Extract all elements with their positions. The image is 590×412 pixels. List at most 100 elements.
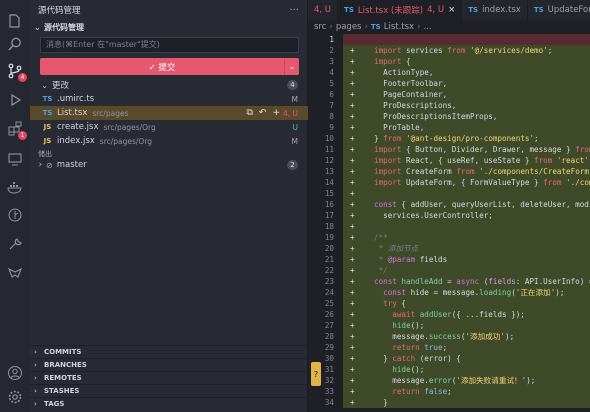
more-actions-icon[interactable]: ···	[289, 5, 299, 16]
line-number: 2	[329, 46, 334, 55]
chevron-right-icon: ›	[364, 22, 368, 32]
code-line: 1	[308, 34, 590, 45]
javascript-file-icon: JS	[43, 123, 52, 131]
code-line: 29 + return true;	[308, 342, 590, 353]
tab-index-tsx[interactable]: TS index.tsx	[462, 0, 528, 20]
extensions-icon[interactable]: 1	[6, 120, 27, 140]
chevron-right-icon: ›	[34, 348, 37, 356]
chevron-right-icon: ›	[34, 374, 37, 382]
commit-dropdown-button[interactable]: ⌄	[284, 58, 299, 75]
typescript-file-icon: TS	[533, 6, 544, 14]
editor-area: 4, U TS List.tsx (未跟踪) 4, U × TS index.t…	[308, 0, 590, 412]
changes-label: 更改	[52, 81, 70, 91]
line-number: 19	[324, 233, 334, 242]
open-file-icon[interactable]: ⧉	[246, 108, 252, 118]
commit-message-input[interactable]: 消息(⌘Enter 在"master"提交)	[40, 37, 299, 53]
line-number: 11	[324, 145, 334, 154]
remote-explorer-icon[interactable]	[6, 150, 24, 168]
tab-label: 4, U	[314, 5, 332, 15]
code-line: 12 + import React, { useRef, useState } fr…	[308, 155, 590, 166]
line-number: 4	[329, 68, 334, 77]
section-label: REMOTES	[44, 374, 82, 382]
code-line: 17 + services.UserController;	[308, 210, 590, 221]
code-line: 7 + ProDescriptions,	[308, 100, 590, 111]
tags-section[interactable]: › TAGS	[30, 397, 308, 410]
close-icon[interactable]: ×	[448, 5, 455, 15]
line-number: 34	[324, 398, 334, 407]
branch-icon: ⊘	[46, 160, 53, 170]
line-number: 27	[324, 321, 334, 330]
line-number: 17	[324, 211, 334, 220]
file-status: 4, U	[282, 108, 298, 118]
sash-helper-icon[interactable]: ?	[311, 362, 321, 386]
typescript-file-icon: TS	[42, 95, 53, 103]
changed-file-row-selected[interactable]: TS List.tsx src/pages ⧉ ↶ + 4, U	[30, 106, 308, 120]
search-icon[interactable]	[6, 35, 24, 53]
tab-label: UpdateForm.	[547, 5, 590, 15]
scm-badge: 4	[18, 73, 27, 82]
line-number: 1	[329, 35, 334, 44]
tab-previous[interactable]: 4, U	[308, 0, 339, 20]
line-number: 22	[324, 266, 334, 275]
remotes-section[interactable]: › REMOTES	[30, 371, 308, 384]
code-line: 16 + const { addUser, queryUserList, delet…	[308, 199, 590, 210]
changed-file-row[interactable]: JS index.jsx src/pages/Org M	[30, 134, 308, 148]
tab-list-tsx[interactable]: TS List.tsx (未跟踪) 4, U ×	[338, 0, 463, 20]
changed-file-row[interactable]: JS create.jsx src/pages/Org U	[30, 120, 308, 134]
code-line: 31 + hide();	[308, 364, 590, 375]
branch-row[interactable]: › ⊘ master 2	[30, 158, 308, 172]
tab-updateform[interactable]: TS UpdateForm.	[528, 0, 590, 20]
gitlens-icon[interactable]	[6, 206, 24, 224]
docker-icon[interactable]	[6, 178, 24, 196]
breadcrumb-item[interactable]: src	[314, 22, 326, 32]
line-number: 29	[324, 343, 334, 352]
line-number: 5	[329, 79, 334, 88]
typescript-file-icon: TS	[468, 6, 479, 14]
source-control-icon[interactable]: 4	[6, 62, 27, 82]
branch-count-badge: 2	[287, 160, 298, 170]
run-debug-icon[interactable]	[6, 91, 24, 109]
scm-section-header[interactable]: ⌄ 源代码管理	[30, 20, 307, 34]
changed-file-row[interactable]: TS .umirc.ts M	[30, 92, 308, 106]
code-line: 24 + const hide = message.loading('正在添加')…	[308, 287, 590, 298]
branches-section[interactable]: › BRANCHES	[30, 358, 308, 371]
line-number: 14	[324, 178, 334, 187]
breadcrumb-item[interactable]: List.tsx	[384, 22, 414, 32]
sidebar-title: 源代码管理	[38, 6, 81, 16]
account-icon[interactable]	[6, 364, 24, 382]
commit-button[interactable]: ✓ 提交	[40, 58, 284, 75]
bird-icon[interactable]	[6, 264, 24, 282]
section-label: STASHES	[44, 387, 80, 395]
chevron-down-icon: ⌄	[41, 80, 48, 90]
commits-section[interactable]: › COMMITS	[30, 345, 308, 358]
editor-tabs: 4, U TS List.tsx (未跟踪) 4, U × TS index.t…	[308, 0, 590, 20]
chevron-right-icon: ›	[417, 22, 421, 32]
section-label: BRANCHES	[44, 361, 87, 369]
code-line: 13 + import CreateForm from './components/…	[308, 166, 590, 177]
changes-group-header[interactable]: ⌄ 更改 4	[30, 78, 308, 92]
sidebar-header: 源代码管理 ···	[30, 0, 307, 20]
code-line: 10 +} from '@ant-design/pro-components';	[308, 133, 590, 144]
code-line: 25 + try {	[308, 298, 590, 309]
section-title: 源代码管理	[44, 22, 84, 32]
code-line: 9 + ProTable,	[308, 122, 590, 133]
discard-changes-icon[interactable]: ↶	[259, 108, 267, 118]
chevron-right-icon: ›	[329, 22, 333, 32]
code-line: 34 + }	[308, 397, 590, 408]
code-view[interactable]: 1 2 + import services from '@/services/dem…	[308, 34, 590, 408]
code-line: 23 + const handleAdd = async (fields: API.…	[308, 276, 590, 287]
extensions-badge: 1	[18, 131, 27, 140]
stashes-section[interactable]: › STASHES	[30, 384, 308, 397]
typescript-file-icon: TS	[344, 6, 354, 14]
tools-icon[interactable]	[6, 235, 24, 253]
javascript-file-icon: JS	[43, 137, 52, 145]
stage-changes-icon[interactable]: +	[272, 108, 280, 118]
file-name: create.jsx	[57, 122, 99, 132]
branch-name: master	[56, 160, 87, 170]
code-line: 30 + } catch (error) {	[308, 353, 590, 364]
explorer-icon[interactable]	[6, 12, 24, 30]
breadcrumb-item[interactable]: ...	[424, 22, 432, 32]
breadcrumb-item[interactable]: pages	[336, 22, 362, 32]
line-number: 12	[324, 156, 334, 165]
settings-gear-icon[interactable]	[6, 388, 24, 406]
